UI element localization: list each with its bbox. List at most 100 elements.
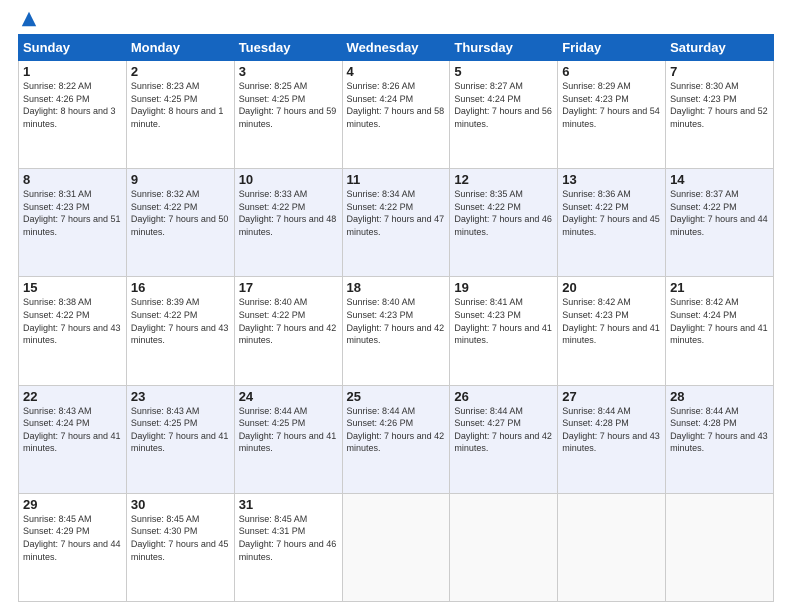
- week-row-5: 29Sunrise: 8:45 AMSunset: 4:29 PMDayligh…: [19, 493, 774, 601]
- day-info: Sunrise: 8:36 AMSunset: 4:22 PMDaylight:…: [562, 189, 660, 237]
- calendar-cell: 9Sunrise: 8:32 AMSunset: 4:22 PMDaylight…: [126, 169, 234, 277]
- day-number: 21: [670, 280, 769, 295]
- day-info: Sunrise: 8:43 AMSunset: 4:24 PMDaylight:…: [23, 406, 121, 454]
- day-info: Sunrise: 8:44 AMSunset: 4:26 PMDaylight:…: [347, 406, 445, 454]
- calendar-cell: 26Sunrise: 8:44 AMSunset: 4:27 PMDayligh…: [450, 385, 558, 493]
- day-info: Sunrise: 8:44 AMSunset: 4:28 PMDaylight:…: [562, 406, 660, 454]
- day-info: Sunrise: 8:23 AMSunset: 4:25 PMDaylight:…: [131, 81, 224, 129]
- day-number: 25: [347, 389, 446, 404]
- day-info: Sunrise: 8:22 AMSunset: 4:26 PMDaylight:…: [23, 81, 116, 129]
- calendar-cell: 7 Sunrise: 8:30 AMSunset: 4:23 PMDaylight…: [666, 61, 774, 169]
- day-number: 15: [23, 280, 122, 295]
- day-info: Sunrise: 8:45 AMSunset: 4:31 PMDaylight:…: [239, 514, 337, 562]
- page: SundayMondayTuesdayWednesdayThursdayFrid…: [0, 0, 792, 612]
- calendar-cell: 14 Sunrise: 8:37 AMSunset: 4:22 PMDayligh…: [666, 169, 774, 277]
- day-info: Sunrise: 8:40 AMSunset: 4:22 PMDaylight:…: [239, 297, 337, 345]
- col-header-monday: Monday: [126, 35, 234, 61]
- calendar-cell: 31 Sunrise: 8:45 AMSunset: 4:31 PMDayligh…: [234, 493, 342, 601]
- calendar-cell: 13 Sunrise: 8:36 AMSunset: 4:22 PMDayligh…: [558, 169, 666, 277]
- calendar-cell: 28 Sunrise: 8:44 AMSunset: 4:28 PMDayligh…: [666, 385, 774, 493]
- week-row-1: 1 Sunrise: 8:22 AMSunset: 4:26 PMDaylight…: [19, 61, 774, 169]
- calendar-cell: [666, 493, 774, 601]
- day-info: Sunrise: 8:25 AMSunset: 4:25 PMDaylight:…: [239, 81, 337, 129]
- day-info: Sunrise: 8:26 AMSunset: 4:24 PMDaylight:…: [347, 81, 445, 129]
- calendar-header-row: SundayMondayTuesdayWednesdayThursdayFrid…: [19, 35, 774, 61]
- day-number: 17: [239, 280, 338, 295]
- header: [18, 10, 774, 28]
- day-number: 18: [347, 280, 446, 295]
- calendar-cell: 16 Sunrise: 8:39 AMSunset: 4:22 PMDayligh…: [126, 277, 234, 385]
- calendar-cell: 27 Sunrise: 8:44 AMSunset: 4:28 PMDayligh…: [558, 385, 666, 493]
- day-number: 29: [23, 497, 122, 512]
- day-number: 23: [131, 389, 230, 404]
- day-number: 22: [23, 389, 122, 404]
- day-number: 4: [347, 64, 446, 79]
- calendar-cell: 3Sunrise: 8:25 AMSunset: 4:25 PMDaylight…: [234, 61, 342, 169]
- day-number: 30: [131, 497, 230, 512]
- day-number: 28: [670, 389, 769, 404]
- calendar-cell: 21 Sunrise: 8:42 AMSunset: 4:24 PMDayligh…: [666, 277, 774, 385]
- day-info: Sunrise: 8:40 AMSunset: 4:23 PMDaylight:…: [347, 297, 445, 345]
- day-info: Sunrise: 8:30 AMSunset: 4:23 PMDaylight:…: [670, 81, 768, 129]
- col-header-thursday: Thursday: [450, 35, 558, 61]
- day-number: 11: [347, 172, 446, 187]
- calendar-cell: 1 Sunrise: 8:22 AMSunset: 4:26 PMDaylight…: [19, 61, 127, 169]
- day-info: Sunrise: 8:44 AMSunset: 4:28 PMDaylight:…: [670, 406, 768, 454]
- col-header-tuesday: Tuesday: [234, 35, 342, 61]
- day-number: 24: [239, 389, 338, 404]
- day-info: Sunrise: 8:35 AMSunset: 4:22 PMDaylight:…: [454, 189, 552, 237]
- calendar-cell: 30 Sunrise: 8:45 AMSunset: 4:30 PMDayligh…: [126, 493, 234, 601]
- day-info: Sunrise: 8:42 AMSunset: 4:23 PMDaylight:…: [562, 297, 660, 345]
- week-row-2: 8 Sunrise: 8:31 AMSunset: 4:23 PMDaylight…: [19, 169, 774, 277]
- day-info: Sunrise: 8:27 AMSunset: 4:24 PMDaylight:…: [454, 81, 552, 129]
- day-number: 13: [562, 172, 661, 187]
- day-info: Sunrise: 8:45 AMSunset: 4:30 PMDaylight:…: [131, 514, 229, 562]
- logo-icon: [20, 10, 38, 28]
- calendar-cell: 29Sunrise: 8:45 AMSunset: 4:29 PMDayligh…: [19, 493, 127, 601]
- day-number: 9: [131, 172, 230, 187]
- calendar-cell: 25 Sunrise: 8:44 AMSunset: 4:26 PMDayligh…: [342, 385, 450, 493]
- day-info: Sunrise: 8:39 AMSunset: 4:22 PMDaylight:…: [131, 297, 229, 345]
- day-number: 26: [454, 389, 553, 404]
- calendar-cell: 22 Sunrise: 8:43 AMSunset: 4:24 PMDayligh…: [19, 385, 127, 493]
- day-info: Sunrise: 8:43 AMSunset: 4:25 PMDaylight:…: [131, 406, 229, 454]
- day-number: 6: [562, 64, 661, 79]
- calendar-cell: [558, 493, 666, 601]
- day-info: Sunrise: 8:29 AMSunset: 4:23 PMDaylight:…: [562, 81, 660, 129]
- day-info: Sunrise: 8:31 AMSunset: 4:23 PMDaylight:…: [23, 189, 121, 237]
- day-number: 10: [239, 172, 338, 187]
- day-info: Sunrise: 8:44 AMSunset: 4:25 PMDaylight:…: [239, 406, 337, 454]
- calendar-cell: 6 Sunrise: 8:29 AMSunset: 4:23 PMDaylight…: [558, 61, 666, 169]
- day-number: 31: [239, 497, 338, 512]
- day-number: 8: [23, 172, 122, 187]
- calendar-cell: 24 Sunrise: 8:44 AMSunset: 4:25 PMDayligh…: [234, 385, 342, 493]
- day-number: 16: [131, 280, 230, 295]
- col-header-sunday: Sunday: [19, 35, 127, 61]
- calendar-cell: 11Sunrise: 8:34 AMSunset: 4:22 PMDayligh…: [342, 169, 450, 277]
- day-number: 14: [670, 172, 769, 187]
- calendar-cell: 20 Sunrise: 8:42 AMSunset: 4:23 PMDayligh…: [558, 277, 666, 385]
- day-number: 27: [562, 389, 661, 404]
- calendar-cell: 2Sunrise: 8:23 AMSunset: 4:25 PMDaylight…: [126, 61, 234, 169]
- day-number: 5: [454, 64, 553, 79]
- calendar-cell: 4 Sunrise: 8:26 AMSunset: 4:24 PMDaylight…: [342, 61, 450, 169]
- col-header-saturday: Saturday: [666, 35, 774, 61]
- logo: [18, 10, 38, 28]
- calendar-table: SundayMondayTuesdayWednesdayThursdayFrid…: [18, 34, 774, 602]
- day-number: 7: [670, 64, 769, 79]
- day-number: 20: [562, 280, 661, 295]
- calendar-cell: 8 Sunrise: 8:31 AMSunset: 4:23 PMDaylight…: [19, 169, 127, 277]
- calendar-cell: 5 Sunrise: 8:27 AMSunset: 4:24 PMDaylight…: [450, 61, 558, 169]
- day-number: 1: [23, 64, 122, 79]
- day-number: 19: [454, 280, 553, 295]
- day-info: Sunrise: 8:42 AMSunset: 4:24 PMDaylight:…: [670, 297, 768, 345]
- calendar-cell: 12Sunrise: 8:35 AMSunset: 4:22 PMDayligh…: [450, 169, 558, 277]
- col-header-friday: Friday: [558, 35, 666, 61]
- calendar-cell: [450, 493, 558, 601]
- calendar-cell: 17 Sunrise: 8:40 AMSunset: 4:22 PMDayligh…: [234, 277, 342, 385]
- calendar-cell: 23 Sunrise: 8:43 AMSunset: 4:25 PMDayligh…: [126, 385, 234, 493]
- calendar-cell: 19 Sunrise: 8:41 AMSunset: 4:23 PMDayligh…: [450, 277, 558, 385]
- calendar-cell: 15Sunrise: 8:38 AMSunset: 4:22 PMDayligh…: [19, 277, 127, 385]
- day-info: Sunrise: 8:37 AMSunset: 4:22 PMDaylight:…: [670, 189, 768, 237]
- day-info: Sunrise: 8:41 AMSunset: 4:23 PMDaylight:…: [454, 297, 552, 345]
